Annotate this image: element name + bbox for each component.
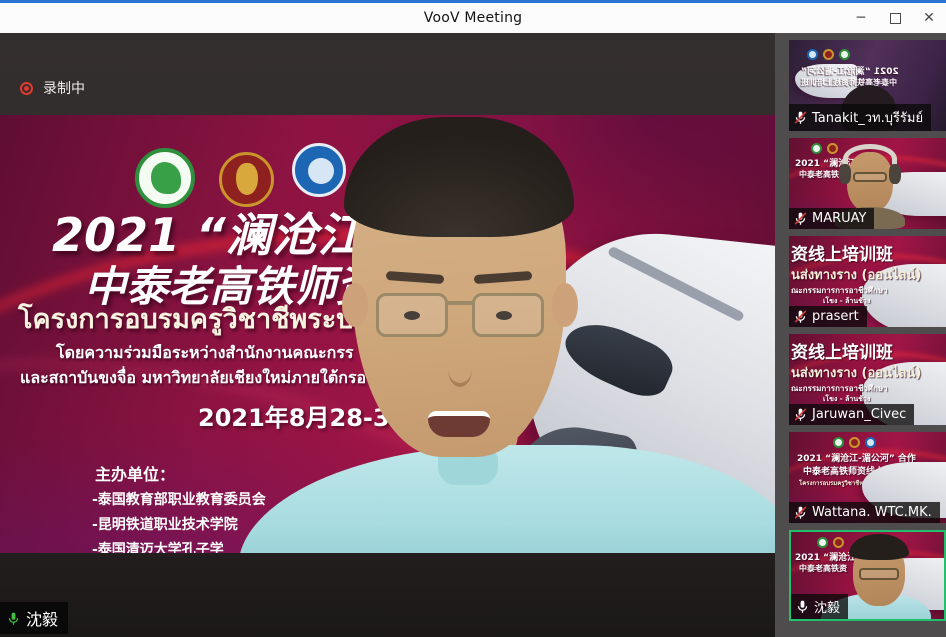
- participant-name: prasert: [812, 309, 859, 324]
- titlebar: VooV Meeting ─ ✕: [0, 0, 946, 33]
- thumb-poster-line2: นส่งทางราง (ออนไลน์): [791, 264, 921, 285]
- thumb-poster-line1: 资线上培训班: [791, 338, 893, 363]
- glasses: [376, 293, 544, 339]
- participant-name: Jaruwan_Civec: [812, 407, 906, 422]
- blue-logo-icon: [807, 49, 818, 60]
- recording-dot-icon: [20, 82, 33, 95]
- participant-label: MARUAY: [789, 208, 874, 229]
- microphone-muted-icon: [793, 407, 808, 422]
- microphone-muted-icon: [793, 505, 808, 520]
- participant-thumbnail-wattana[interactable]: 2021 “澜沧江-湄公河” 合作 中泰老高铁师资线上培训班 โครงการอบ…: [789, 432, 946, 523]
- recording-indicator: 录制中: [20, 78, 85, 98]
- thumb-poster-line2: 中泰老高铁师资线上培训班: [801, 77, 897, 88]
- microphone-muted-icon: [793, 309, 808, 324]
- thumb-poster-line1: 资线上培训班: [791, 240, 893, 265]
- participant-label: Jaruwan_Civec: [789, 404, 914, 425]
- green-logo-icon: [833, 437, 844, 448]
- maximize-button[interactable]: [878, 3, 912, 33]
- microphone-on-icon: [6, 610, 21, 627]
- participant-thumbnail-maruay[interactable]: 2021 “澜沧江 中泰老高铁师 MARUAY: [789, 138, 946, 229]
- maximize-icon: [890, 13, 901, 24]
- thumb-poster-line2: นส่งทางราง (ออนไลน์): [791, 362, 921, 383]
- speaker-person: [0, 115, 775, 553]
- microphone-muted-icon: [793, 110, 808, 125]
- participant-name: Wattana. WTC.MK.: [812, 505, 932, 520]
- window-controls: ─ ✕: [844, 3, 946, 33]
- microphone-muted-icon: [793, 211, 808, 226]
- participant-name: Tanakit_วท.บุรีรัมย์: [812, 107, 923, 128]
- blue-logo-icon: [865, 437, 876, 448]
- main-stage: 录制中 2021 “澜沧江-湄 中泰老高铁师资线 โครงการอบรมครูว…: [0, 33, 775, 637]
- glasses: [853, 172, 887, 182]
- participant-label: 沈毅: [791, 594, 848, 619]
- participant-name: MARUAY: [812, 211, 866, 226]
- minimize-button[interactable]: ─: [844, 3, 878, 33]
- participant-thumbnail-prasert[interactable]: 资线上培训班 นส่งทางราง (ออนไลน์) ณะกรรมการการ…: [789, 236, 946, 327]
- participant-thumbnail-shenyi[interactable]: 2021 “澜沧江-湄 中泰老高铁资 沈毅: [789, 530, 946, 621]
- red-logo-icon: [827, 143, 838, 154]
- glasses: [859, 568, 899, 580]
- participant-thumbnail-jaruwan[interactable]: 资线上培训班 นส่งทางราง (ออนไลน์) ณะกรรมการการ…: [789, 334, 946, 425]
- recording-label: 录制中: [43, 78, 85, 98]
- main-video-feed[interactable]: 2021 “澜沧江-湄 中泰老高铁师资线 โครงการอบรมครูวิชาช…: [0, 115, 775, 553]
- red-logo-icon: [833, 537, 844, 548]
- close-button[interactable]: ✕: [912, 3, 946, 33]
- main-speaker-name: 沈毅: [26, 606, 58, 630]
- thumb-poster-line1: 2021 “澜沧江-湄公河”: [801, 64, 899, 77]
- participant-label: Wattana. WTC.MK.: [789, 502, 940, 523]
- window-title: VooV Meeting: [424, 10, 523, 26]
- participants-sidebar: 2021 “澜沧江-湄公河” 中泰老高铁师资线上培训班 Tanakit_วท.บ…: [775, 33, 946, 637]
- voov-meeting-window: VooV Meeting ─ ✕ 录制中 2021 “澜沧江-湄 中泰老高铁师资…: [0, 0, 946, 637]
- red-logo-icon: [849, 437, 860, 448]
- participant-label: Tanakit_วท.บุรีรัมย์: [789, 104, 931, 131]
- green-logo-icon: [839, 49, 850, 60]
- main-speaker-name-chip: 沈毅: [0, 602, 68, 634]
- microphone-on-icon: [795, 599, 810, 614]
- participant-name: 沈毅: [814, 597, 840, 616]
- thumb-poster-line2: 中泰老高铁资: [799, 563, 847, 574]
- green-logo-icon: [817, 537, 828, 548]
- red-logo-icon: [823, 49, 834, 60]
- green-logo-icon: [811, 143, 822, 154]
- participant-thumbnail-tanakit[interactable]: 2021 “澜沧江-湄公河” 中泰老高铁师资线上培训班 Tanakit_วท.บ…: [789, 40, 946, 131]
- participant-label: prasert: [789, 306, 867, 327]
